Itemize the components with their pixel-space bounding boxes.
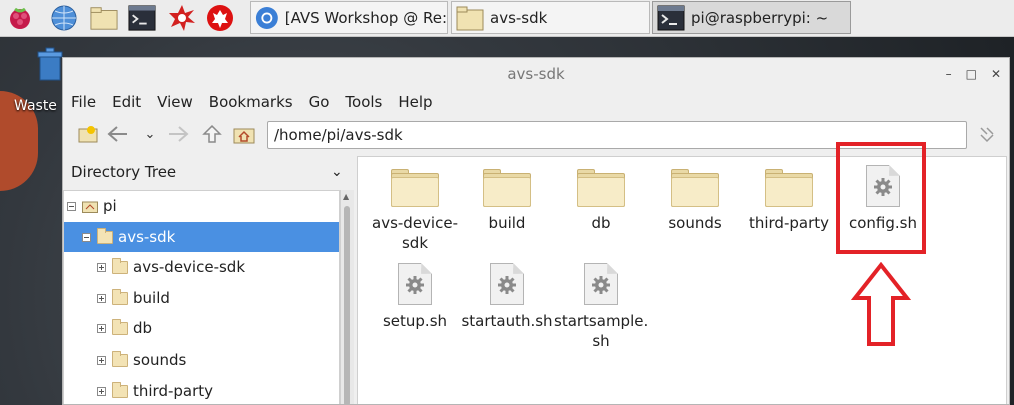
file-item-label: third-party [748, 214, 830, 232]
file-item-label: startsample. sh [554, 312, 649, 350]
script-icon [398, 263, 432, 305]
up-arrow-annotation [851, 262, 911, 346]
collapse-icon[interactable] [67, 201, 76, 211]
file-item-label: avs-device- sdk [372, 214, 458, 252]
menu-view[interactable]: View [149, 93, 201, 111]
new-tab-icon[interactable] [77, 123, 99, 145]
folder-icon [112, 257, 128, 274]
folder-icon [112, 350, 128, 367]
menu-file[interactable]: File [63, 93, 104, 111]
folder-icon [671, 169, 719, 207]
go-icon[interactable] [976, 124, 998, 146]
taskbar-browser-button[interactable]: [AVS Workshop @ Re: [250, 1, 448, 34]
home-icon[interactable] [233, 123, 255, 145]
file-item-label: sounds [668, 214, 722, 232]
raspberry-menu-icon[interactable] [6, 4, 34, 32]
menubar: File Edit View Bookmarks Go Tools Help [63, 90, 1009, 114]
back-icon[interactable] [107, 123, 129, 145]
globe-icon[interactable] [50, 4, 78, 32]
folder-icon [483, 169, 531, 207]
folder-icon [112, 288, 128, 305]
file-item[interactable]: setup.sh [368, 263, 462, 331]
tree-item-label: third-party [133, 382, 214, 400]
taskbar-terminal-label: pi@raspberrypi: ~ [691, 8, 829, 27]
folder-icon [456, 6, 484, 30]
tree-item-label: avs-device-sdk [133, 258, 246, 276]
file-item[interactable]: sounds [648, 169, 742, 233]
script-icon [584, 263, 618, 305]
expand-icon[interactable] [97, 323, 106, 333]
file-manager-icon[interactable] [90, 4, 118, 32]
file-item[interactable]: build [460, 169, 554, 233]
directory-tree: pi avs-sdk avs-device-sdk build db sound… [63, 190, 342, 404]
tree-scrollbar[interactable]: ▲ [340, 190, 354, 404]
file-item[interactable]: startauth.sh [460, 263, 554, 331]
wolfram-icon[interactable] [206, 4, 234, 32]
tree-item-label: pi [103, 197, 117, 215]
menu-bookmarks[interactable]: Bookmarks [201, 93, 301, 111]
folder-icon [97, 227, 113, 244]
scroll-up-icon[interactable]: ▲ [343, 192, 349, 201]
folder-icon [112, 381, 128, 398]
folder-icon [112, 318, 128, 335]
tree-item-label: sounds [133, 351, 187, 369]
close-icon[interactable]: ✕ [991, 67, 1001, 81]
file-item-label: db [591, 214, 611, 232]
expand-icon[interactable] [97, 262, 106, 272]
expand-icon[interactable] [97, 293, 106, 303]
tree-item-avs-device-sdk[interactable]: avs-device-sdk [64, 252, 339, 282]
file-item[interactable]: startsample. sh [554, 263, 648, 351]
expand-icon[interactable] [97, 355, 106, 365]
script-icon [490, 263, 524, 305]
taskbar-terminal-button[interactable]: pi@raspberrypi: ~ [652, 1, 851, 34]
side-pane-title: Directory Tree [71, 163, 177, 181]
terminal-icon[interactable] [128, 4, 156, 32]
expand-icon[interactable] [97, 386, 106, 396]
file-item[interactable]: avs-device- sdk [368, 169, 462, 253]
taskbar: [AVS Workshop @ Re: avs-sdk pi@raspberry… [0, 0, 1014, 37]
chevron-down-icon[interactable]: ⌄ [331, 164, 343, 180]
maximize-icon[interactable]: □ [966, 67, 977, 81]
forward-icon[interactable] [167, 123, 189, 145]
menu-tools[interactable]: Tools [337, 93, 390, 111]
file-item[interactable]: third-party [742, 169, 836, 233]
folder-icon [391, 169, 439, 207]
taskbar-filemanager-button[interactable]: avs-sdk [451, 1, 650, 34]
tree-item-label: build [133, 289, 170, 307]
wastebasket-label: Waste [14, 98, 57, 114]
highlight-box [836, 142, 926, 254]
menu-edit[interactable]: Edit [104, 93, 149, 111]
file-item-label: setup.sh [382, 312, 448, 330]
scroll-thumb[interactable] [344, 206, 350, 404]
collapse-icon[interactable] [82, 232, 91, 242]
menu-help[interactable]: Help [390, 93, 440, 111]
history-dropdown-icon[interactable]: ⌄ [139, 123, 161, 145]
tree-item-pi[interactable]: pi [64, 191, 342, 221]
parent-folder-icon[interactable] [201, 123, 223, 145]
tree-item-label: avs-sdk [118, 228, 176, 246]
burst-app-icon[interactable] [168, 4, 196, 32]
folder-icon [765, 169, 813, 207]
chromium-icon [255, 6, 278, 29]
side-pane: Directory Tree ⌄ pi avs-sdk avs-device-s… [63, 156, 354, 404]
tree-item-label: db [133, 319, 153, 337]
home-folder-icon [82, 201, 98, 213]
minimize-icon[interactable]: – [946, 67, 952, 81]
file-item-label: build [488, 214, 526, 232]
tree-item-sounds[interactable]: sounds [64, 345, 339, 375]
file-item-label: startauth.sh [461, 312, 553, 330]
tree-item-db[interactable]: db [64, 313, 339, 343]
window-title: avs-sdk [63, 58, 1009, 90]
folder-icon [577, 169, 625, 207]
taskbar-filemanager-label: avs-sdk [490, 8, 548, 27]
tree-item-third-party[interactable]: third-party [64, 376, 339, 404]
taskbar-browser-label: [AVS Workshop @ Re: [284, 8, 447, 27]
menu-go[interactable]: Go [301, 93, 338, 111]
tree-item-build[interactable]: build [64, 283, 339, 313]
tree-item-avs-sdk[interactable]: avs-sdk [64, 222, 339, 252]
terminal-icon [657, 5, 685, 30]
window-controls: – □ ✕ [946, 58, 1001, 90]
file-item[interactable]: db [554, 169, 648, 233]
